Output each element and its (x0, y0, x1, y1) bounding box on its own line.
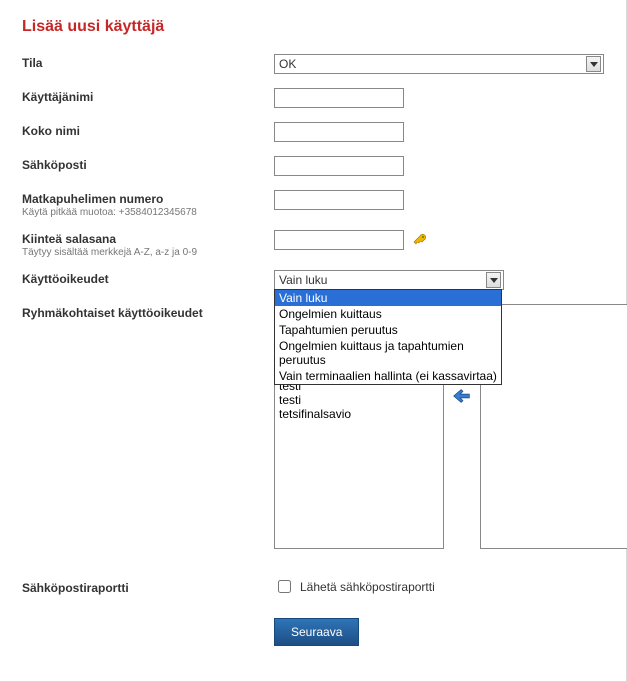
row-tila: Tila OK (22, 54, 604, 76)
label-email-report: Sähköpostiraportti (22, 581, 274, 595)
row-email-report: Sähköpostiraportti Lähetä sähköpostirapo… (22, 577, 604, 596)
checkbox-email-report[interactable] (278, 580, 291, 593)
label-fullname: Koko nimi (22, 124, 274, 138)
label-password: Kiinteä salasana (22, 232, 274, 246)
checkbox-email-report-text: Lähetä sähköpostiraportti (300, 580, 435, 594)
input-phone[interactable] (274, 190, 404, 210)
permissions-option[interactable]: Vain luku (275, 290, 501, 306)
list-item[interactable]: tetsifinalsavio (275, 407, 443, 421)
arrow-left-icon[interactable] (451, 385, 473, 410)
row-password: Kiinteä salasana Täytyy sisältää merkkej… (22, 230, 604, 258)
chevron-down-icon (586, 56, 601, 72)
select-permissions-value: Vain luku (279, 273, 327, 287)
input-username[interactable] (274, 88, 404, 108)
input-password[interactable] (274, 230, 404, 250)
row-email: Sähköposti (22, 156, 604, 178)
label-group-permissions: Ryhmäkohtaiset käyttöoikeudet (22, 306, 274, 320)
label-username: Käyttäjänimi (22, 90, 274, 104)
row-username: Käyttäjänimi (22, 88, 604, 110)
permissions-option[interactable]: Ongelmien kuittaus (275, 306, 501, 322)
permissions-dropdown: Vain luku Ongelmien kuittaus Tapahtumien… (274, 289, 502, 385)
hint-password: Täytyy sisältää merkkejä A-Z, a-z ja 0-9 (22, 247, 274, 258)
select-permissions[interactable]: Vain luku (274, 270, 504, 290)
label-permissions: Käyttöoikeudet (22, 272, 274, 286)
input-fullname[interactable] (274, 122, 404, 142)
add-user-panel: Lisää uusi käyttäjä Tila OK Käyttäjänimi… (0, 0, 627, 682)
row-phone: Matkapuhelimen numero Käytä pitkää muoto… (22, 190, 604, 218)
row-fullname: Koko nimi (22, 122, 604, 144)
selected-groups-listbox[interactable] (480, 304, 627, 549)
list-item[interactable]: testi (275, 393, 443, 407)
select-tila[interactable]: OK (274, 54, 604, 74)
label-tila: Tila (22, 56, 274, 70)
hint-phone: Käytä pitkää muotoa: +3584012345678 (22, 207, 274, 218)
permissions-option[interactable]: Tapahtumien peruutus (275, 322, 501, 338)
key-icon[interactable] (412, 232, 428, 248)
label-phone: Matkapuhelimen numero (22, 192, 274, 206)
page-title: Lisää uusi käyttäjä (22, 18, 604, 36)
row-permissions: Käyttöoikeudet Vain luku Vain luku Ongel… (22, 270, 604, 292)
next-button[interactable]: Seuraava (274, 618, 359, 646)
input-email[interactable] (274, 156, 404, 176)
permissions-option[interactable]: Vain terminaalien hallinta (ei kassavirt… (275, 368, 501, 384)
select-tila-value: OK (279, 57, 296, 71)
chevron-down-icon (486, 272, 501, 288)
label-email: Sähköposti (22, 158, 274, 172)
permissions-option[interactable]: Ongelmien kuittaus ja tapahtumien peruut… (275, 338, 501, 368)
checkbox-email-report-label[interactable]: Lähetä sähköpostiraportti (274, 577, 604, 596)
